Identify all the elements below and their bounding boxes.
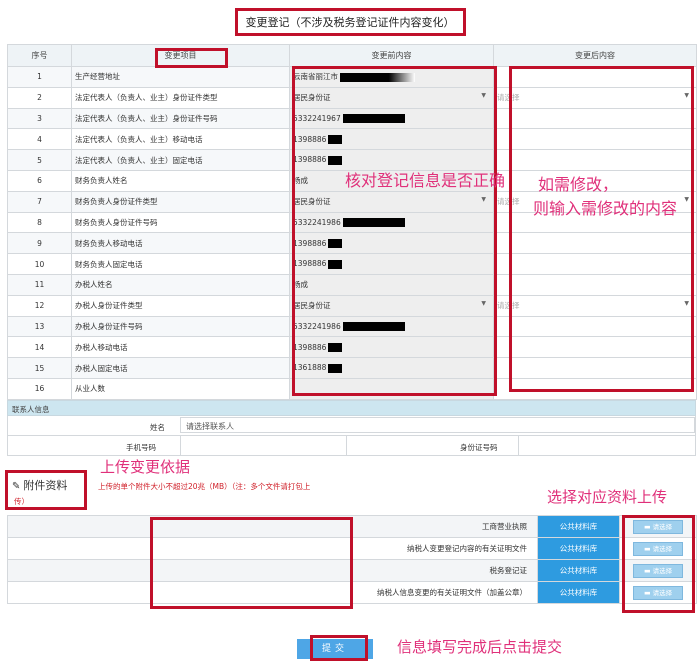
- row-item-label: 从业人数: [71, 377, 290, 400]
- row-seq: 8: [7, 211, 72, 234]
- public-library-button[interactable]: 公共材料库: [537, 537, 620, 560]
- row-item-label: 法定代表人（负责人、业主）固定电话: [71, 149, 290, 171]
- contact-id-label: 身份证号码: [460, 443, 498, 452]
- row-seq: 15: [7, 357, 72, 379]
- row-item-label: 法定代表人（负责人、业主）身份证件类型: [71, 86, 290, 109]
- header-before: 变更前内容: [289, 44, 494, 67]
- row-seq: 12: [7, 294, 72, 317]
- annotation-modify-2: 则输入需修改的内容: [533, 199, 678, 218]
- public-library-button[interactable]: 公共材料库: [537, 559, 620, 582]
- row-seq: 3: [7, 107, 72, 130]
- public-library-button[interactable]: 公共材料库: [537, 581, 620, 604]
- row-seq: 1: [7, 66, 72, 88]
- row-seq: 7: [7, 190, 72, 213]
- annotation-modify-1: 如需修改，: [538, 175, 619, 194]
- row-item-label: 办税人移动电话: [71, 336, 290, 359]
- annotation-frame-pick-buttons: [622, 515, 695, 613]
- paperclip-icon: ✎: [12, 481, 21, 492]
- row-seq: 5: [7, 149, 72, 171]
- contact-phone-label: 手机号码: [126, 443, 156, 452]
- page-title: 变更登记（不涉及税务登记证件内容变化）: [234, 8, 466, 36]
- table-header-row: 序号 变更项目 变更前内容 变更后内容: [7, 44, 697, 67]
- annotation-frame-before: [292, 66, 497, 396]
- row-seq: 4: [7, 128, 72, 151]
- attachments-title: ✎ 附件资料: [12, 477, 80, 493]
- row-seq: 14: [7, 336, 72, 359]
- row-item-label: 财务负责人身份证件号码: [71, 211, 290, 234]
- divider: [346, 436, 347, 455]
- row-item-label: 财务负责人身份证件类型: [71, 190, 290, 213]
- annotation-check: 核对登记信息是否正确: [345, 171, 506, 190]
- row-item-label: 法定代表人（负责人、业主）移动电话: [71, 128, 290, 151]
- row-item-label: 办税人姓名: [71, 273, 290, 296]
- row-item-label: 财务负责人固定电话: [71, 253, 290, 275]
- contact-name-label: 姓名: [150, 423, 165, 432]
- annotation-frame-file-names: [150, 517, 353, 609]
- row-seq: 16: [7, 377, 72, 400]
- attachments-size-note-cont: 传）: [14, 497, 29, 506]
- row-item-label: 法定代表人（负责人、业主）身份证件号码: [71, 107, 290, 130]
- public-library-button[interactable]: 公共材料库: [537, 515, 620, 538]
- row-item-label: 生产经营地址: [71, 66, 290, 88]
- annotation-submit-hint: 信息填写完成后点击提交: [397, 638, 563, 656]
- attachments-title-text: 附件资料: [23, 479, 68, 492]
- row-seq: 9: [7, 232, 72, 255]
- row-item-label: 办税人身份证件类型: [71, 294, 290, 317]
- contact-section-header: 联系人信息: [7, 400, 696, 416]
- page-title-wrap: 变更登记（不涉及税务登记证件内容变化）: [0, 8, 700, 36]
- row-seq: 2: [7, 86, 72, 109]
- divider: [518, 436, 519, 455]
- row-item-label: 财务负责人移动电话: [71, 232, 290, 255]
- header-seq: 序号: [7, 44, 72, 67]
- header-after: 变更后内容: [493, 44, 697, 67]
- contact-phone-row: 手机号码 身份证号码: [7, 436, 696, 456]
- contact-name-row: 姓名 请选择联系人: [7, 416, 696, 436]
- annotation-choose: 选择对应资料上传: [547, 488, 668, 506]
- annotation-frame-submit: [310, 635, 368, 661]
- row-seq: 13: [7, 315, 72, 338]
- divider: [180, 436, 181, 455]
- row-item-label: 办税人固定电话: [71, 357, 290, 379]
- annotation-upload: 上传变更依据: [100, 458, 191, 476]
- row-seq: 10: [7, 253, 72, 275]
- row-seq: 6: [7, 169, 72, 192]
- row-item-label: 财务负责人姓名: [71, 169, 290, 192]
- row-seq: 11: [7, 273, 72, 296]
- annotation-frame-item-header: [155, 48, 228, 68]
- contact-name-select[interactable]: 请选择联系人: [180, 417, 695, 433]
- row-item-label: 办税人身份证件号码: [71, 315, 290, 338]
- annotation-frame-after: [509, 66, 694, 392]
- attachments-size-note: 上传的单个附件大小不超过20兆（MB）（注：多个文件请打包上: [98, 482, 311, 491]
